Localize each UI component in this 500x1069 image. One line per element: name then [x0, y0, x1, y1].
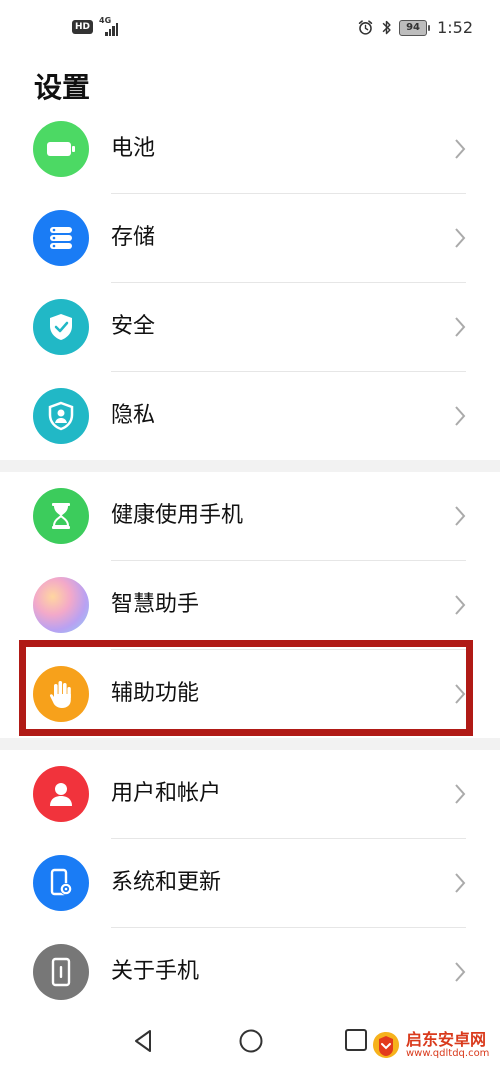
- watermark: 启东安卓网 www.qdltdq.com: [370, 1024, 498, 1066]
- section-gap: [0, 460, 500, 472]
- watermark-url: www.qdltdq.com: [406, 1048, 490, 1060]
- settings-item-storage[interactable]: 存储: [0, 194, 500, 282]
- assistant-icon: [33, 577, 89, 633]
- chevron-right-icon: [455, 784, 466, 804]
- settings-item-assistant[interactable]: 智慧助手: [0, 561, 500, 649]
- settings-item-label: 辅助功能: [111, 681, 200, 706]
- settings-item-label: 存储: [111, 225, 156, 250]
- status-right: 94 1:52: [357, 18, 473, 37]
- recents-icon[interactable]: [344, 1028, 368, 1052]
- settings-item-label: 隐私: [111, 403, 156, 428]
- chevron-right-icon: [455, 506, 466, 526]
- settings-item-label: 系统和更新: [111, 870, 222, 895]
- hand-icon: [33, 666, 89, 722]
- hourglass-icon: [33, 488, 89, 544]
- bluetooth-icon: [382, 20, 391, 35]
- settings-item-label: 智慧助手: [111, 592, 200, 617]
- chevron-right-icon: [455, 873, 466, 893]
- clock: 1:52: [437, 18, 473, 37]
- settings-item-users[interactable]: 用户和帐户: [0, 750, 500, 838]
- status-left: HD 4G: [72, 16, 127, 36]
- battery-icon: [33, 121, 89, 177]
- chevron-right-icon: [455, 317, 466, 337]
- back-icon[interactable]: [132, 1028, 154, 1054]
- home-icon[interactable]: [238, 1028, 264, 1054]
- chevron-right-icon: [455, 595, 466, 615]
- settings-item-label: 关于手机: [111, 959, 200, 984]
- hd-badge: HD: [72, 20, 94, 34]
- settings-item-security[interactable]: 安全: [0, 283, 500, 371]
- settings-item-label: 电池: [111, 136, 156, 161]
- battery-level: 94: [399, 19, 428, 36]
- chevron-right-icon: [455, 962, 466, 982]
- alarm-icon: [358, 20, 373, 35]
- settings-item-about-phone[interactable]: 关于手机: [0, 928, 500, 1016]
- storage-icon: [33, 210, 89, 266]
- settings-item-digital-balance[interactable]: 健康使用手机: [0, 472, 500, 560]
- section-gap: [0, 738, 500, 750]
- chevron-right-icon: [455, 228, 466, 248]
- page-title: 设置: [34, 71, 91, 104]
- user-icon: [33, 766, 89, 822]
- status-bar: HD 4G 94 1:52: [0, 0, 500, 56]
- watermark-logo-icon: [373, 1032, 399, 1058]
- signal-icon: 4G: [99, 16, 127, 36]
- signal-bars: [105, 23, 119, 36]
- chevron-right-icon: [455, 684, 466, 704]
- battery-status: 94: [399, 19, 431, 36]
- privacy-icon: [33, 388, 89, 444]
- phone-info-icon: [33, 944, 89, 1000]
- settings-item-accessibility[interactable]: 辅助功能: [0, 650, 500, 738]
- shield-icon: [33, 299, 89, 355]
- settings-item-label: 安全: [111, 314, 156, 339]
- settings-item-label: 健康使用手机: [111, 503, 244, 528]
- watermark-name: 启东安卓网: [406, 1029, 487, 1049]
- phone-settings-icon: [33, 855, 89, 911]
- chevron-right-icon: [455, 406, 466, 426]
- settings-item-battery[interactable]: 电池: [0, 105, 500, 193]
- settings-item-label: 用户和帐户: [111, 781, 222, 806]
- chevron-right-icon: [455, 139, 466, 159]
- settings-item-system-update[interactable]: 系统和更新: [0, 839, 500, 927]
- settings-item-privacy[interactable]: 隐私: [0, 372, 500, 460]
